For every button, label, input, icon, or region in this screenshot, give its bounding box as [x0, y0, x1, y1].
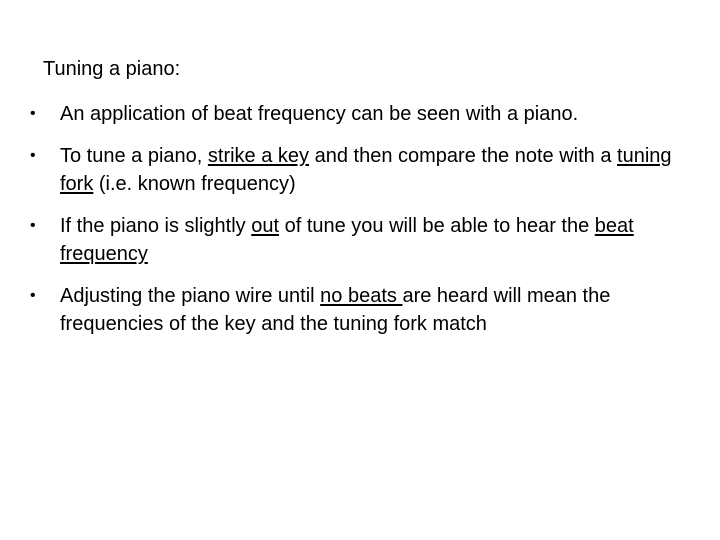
bullet-text: Adjusting the piano wire until no beats … — [60, 285, 610, 335]
text-segment: of tune you will be able to hear the — [279, 215, 595, 237]
bullet-item: • If the piano is slightly out of tune y… — [30, 212, 710, 268]
text-segment: To tune a piano, — [60, 145, 208, 167]
bullet-icon: • — [30, 105, 36, 122]
text-segment: An application of beat frequency can be … — [60, 103, 579, 125]
bullet-item: • An application of beat frequency can b… — [30, 100, 710, 128]
bullet-text: To tune a piano, strike a key and then c… — [60, 145, 672, 195]
text-segment: Adjusting the piano wire until — [60, 285, 321, 307]
bullet-item: • To tune a piano, strike a key and then… — [30, 142, 710, 198]
bullet-text: If the piano is slightly out of tune you… — [60, 215, 634, 265]
underlined-phrase: out — [251, 215, 280, 237]
text-segment: If the piano is slightly — [60, 215, 252, 237]
bullet-icon: • — [30, 217, 36, 234]
bullet-item: • Adjusting the piano wire until no beat… — [30, 282, 710, 338]
bullet-list: • An application of beat frequency can b… — [30, 100, 710, 352]
bullet-icon: • — [30, 287, 36, 304]
slide-title: Tuning a piano: — [43, 58, 181, 80]
text-segment: (i.e. known frequency) — [93, 173, 296, 195]
bullet-text: An application of beat frequency can be … — [60, 103, 578, 125]
underlined-phrase: no beats — [320, 285, 403, 307]
underlined-phrase: strike a key — [207, 145, 310, 167]
bullet-icon: • — [30, 147, 36, 164]
text-segment: and then compare the note with a — [309, 145, 618, 167]
